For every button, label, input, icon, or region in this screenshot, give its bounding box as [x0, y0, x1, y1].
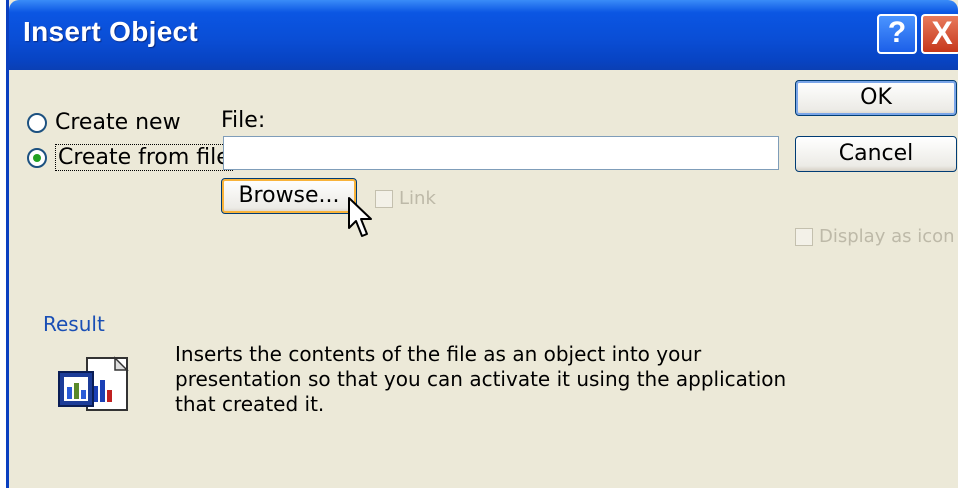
- cancel-button[interactable]: Cancel: [795, 136, 957, 172]
- file-label: File:: [221, 108, 266, 133]
- create-new-option[interactable]: Create new: [27, 110, 181, 135]
- create-from-file-label: Create from file: [55, 144, 233, 171]
- create-new-label: Create new: [55, 110, 181, 135]
- browse-button[interactable]: Browse...: [221, 178, 357, 214]
- ok-button[interactable]: OK: [795, 80, 957, 116]
- display-as-icon-label: Display as icon: [819, 226, 955, 247]
- file-path-input[interactable]: [223, 136, 779, 170]
- insert-object-dialog: Insert Object ? X Create new Create from…: [6, 0, 958, 488]
- link-label: Link: [399, 188, 436, 209]
- result-heading: Result: [43, 312, 105, 336]
- object-document-icon: [58, 356, 129, 411]
- link-checkbox-box[interactable]: [375, 189, 393, 208]
- create-new-radio[interactable]: [27, 112, 47, 133]
- close-icon[interactable]: X: [921, 14, 958, 54]
- help-icon[interactable]: ?: [877, 14, 917, 54]
- create-from-file-radio[interactable]: [27, 147, 47, 168]
- title-bar: Insert Object ? X: [9, 0, 958, 70]
- create-from-file-option[interactable]: Create from file: [27, 144, 233, 171]
- display-as-icon-box[interactable]: [795, 227, 813, 246]
- display-as-icon-checkbox[interactable]: Display as icon: [795, 226, 955, 247]
- link-checkbox[interactable]: Link: [375, 188, 436, 209]
- mouse-pointer-icon: [348, 197, 372, 237]
- dialog-title: Insert Object: [23, 16, 199, 47]
- result-description: Inserts the contents of the file as an o…: [175, 342, 787, 416]
